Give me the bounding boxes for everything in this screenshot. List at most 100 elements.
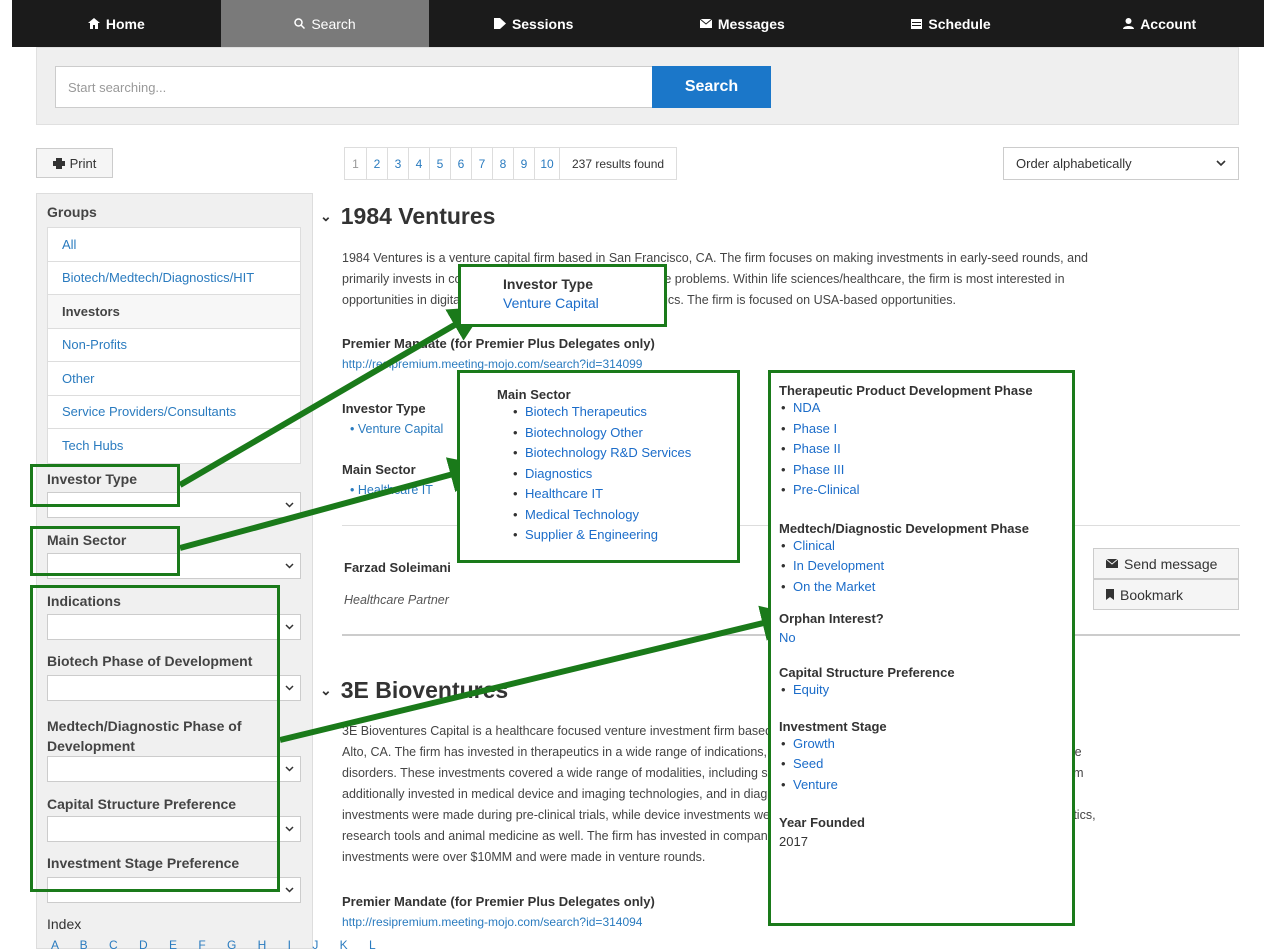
group-list: All Biotech/Medtech/Diagnostics/HIT Inve… <box>47 227 301 464</box>
list-item: Phase III <box>779 460 1072 481</box>
list-item: Clinical <box>779 536 1072 557</box>
calendar-icon <box>911 19 923 29</box>
chevron-down-icon <box>285 685 294 691</box>
result-title[interactable]: ⌄ 3E Bioventures <box>320 677 508 704</box>
page-6[interactable]: 6 <box>451 148 472 179</box>
nav-home-label: Home <box>105 15 145 32</box>
page-7[interactable]: 7 <box>472 148 493 179</box>
nav-messages-label: Messages <box>717 15 785 32</box>
callout-detail-fields: Therapeutic Product Development Phase ND… <box>768 370 1075 926</box>
nav-account-label: Account <box>1140 15 1197 32</box>
group-link[interactable]: Service Providers/Consultants <box>62 404 236 419</box>
send-message-button[interactable]: Send message <box>1093 548 1239 579</box>
order-select[interactable]: Order alphabetically <box>1003 147 1239 180</box>
nav-schedule[interactable]: Schedule <box>847 0 1056 47</box>
group-link[interactable]: Other <box>62 371 95 386</box>
list-item: Equity <box>779 680 1072 701</box>
callout-main-sector: Main Sector Biotech Therapeutics Biotech… <box>457 370 740 563</box>
group-link[interactable]: Biotech/Medtech/Diagnostics/HIT <box>62 270 254 285</box>
result-title[interactable]: ⌄ 1984 Ventures <box>320 203 495 230</box>
page-2[interactable]: 2 <box>367 148 388 179</box>
page-8[interactable]: 8 <box>493 148 514 179</box>
printer-icon <box>52 157 65 169</box>
print-label: Print <box>69 155 97 171</box>
callout-title: Investor Type <box>503 276 593 292</box>
group-item[interactable]: Service Providers/Consultants <box>48 396 300 429</box>
stage-list: Growth Seed Venture <box>779 734 1072 796</box>
chevron-down-icon <box>285 826 294 832</box>
bookmark-icon <box>1106 589 1114 600</box>
group-item[interactable]: All <box>48 228 300 262</box>
index-letters[interactable]: A B C D E F G H I J K L <box>51 938 385 952</box>
capital-list: Equity <box>779 680 1072 701</box>
callout-value: Venture Capital <box>503 295 599 311</box>
chevron-down-icon <box>285 502 294 508</box>
list-item: Seed <box>779 754 1072 775</box>
group-link[interactable]: Non-Profits <box>62 337 127 352</box>
group-link[interactable]: All <box>62 237 76 252</box>
group-item[interactable]: Non-Profits <box>48 329 300 362</box>
chevron-down-icon <box>1216 160 1226 167</box>
group-link[interactable]: Tech Hubs <box>62 438 123 453</box>
bookmark-button[interactable]: Bookmark <box>1093 579 1239 610</box>
result-name: 3E Bioventures <box>340 677 509 703</box>
highlight-box-phase-filters <box>30 585 280 892</box>
mandate-label: Premier Mandate (for Premier Plus Delega… <box>342 894 655 909</box>
nav-search-label: Search <box>311 15 356 32</box>
group-item[interactable]: Other <box>48 362 300 396</box>
search-button[interactable]: Search <box>652 66 771 108</box>
nav-sessions-label: Sessions <box>511 15 574 32</box>
group-link[interactable]: Investors <box>62 304 120 319</box>
page-10[interactable]: 10 <box>535 148 560 179</box>
medtech-phase-list: Clinical In Development On the Market <box>779 536 1072 598</box>
nav-account[interactable]: Account <box>1055 0 1264 47</box>
therapeutic-phase-list: NDA Phase I Phase II Phase III Pre-Clini… <box>779 398 1072 501</box>
mandate-link[interactable]: http://resipremium.meeting-mojo.com/sear… <box>342 357 642 371</box>
list-item: Phase I <box>779 419 1072 440</box>
chevron-down-icon <box>285 766 294 772</box>
list-item: NDA <box>779 398 1072 419</box>
send-message-label: Send message <box>1124 555 1218 572</box>
nav-search[interactable]: Search <box>220 0 430 47</box>
page-5[interactable]: 5 <box>430 148 451 179</box>
callout-title: Medtech/Diagnostic Development Phase <box>779 520 1029 536</box>
page-3[interactable]: 3 <box>388 148 409 179</box>
list-item: Supplier & Engineering <box>511 525 737 546</box>
page-1[interactable]: 1 <box>345 148 367 179</box>
nav-messages[interactable]: Messages <box>638 0 847 47</box>
callout-title: Year Founded <box>779 815 865 830</box>
nav-home[interactable]: Home <box>12 0 221 47</box>
page-4[interactable]: 4 <box>409 148 430 179</box>
group-item-active[interactable]: Investors <box>48 295 300 329</box>
group-item[interactable]: Biotech/Medtech/Diagnostics/HIT <box>48 262 300 295</box>
index-heading: Index <box>47 916 82 932</box>
group-item[interactable]: Tech Hubs <box>48 429 300 463</box>
search-input[interactable] <box>55 66 655 108</box>
search-panel: Search <box>36 47 1239 125</box>
nav-sessions[interactable]: Sessions <box>429 0 638 47</box>
callout-value: 2017 <box>779 834 808 849</box>
top-navbar: Home Search Sessions Messages Schedule A… <box>12 0 1264 47</box>
list-item: In Development <box>779 556 1072 577</box>
list-item: Venture <box>779 775 1072 796</box>
nav-schedule-label: Schedule <box>928 15 991 32</box>
contact-role: Healthcare Partner <box>344 593 449 607</box>
result-name: 1984 Ventures <box>340 203 496 229</box>
callout-title: Capital Structure Preference <box>779 665 955 680</box>
print-button[interactable]: Print <box>36 148 113 178</box>
callout-title: Therapeutic Product Development Phase <box>779 383 1033 398</box>
highlight-box-main-sector <box>30 526 180 576</box>
contact-name: Farzad Soleimani <box>344 560 451 575</box>
main-sector-list: Biotech Therapeutics Biotechnology Other… <box>511 402 737 546</box>
mandate-link[interactable]: http://resipremium.meeting-mojo.com/sear… <box>342 915 642 929</box>
bookmark-label: Bookmark <box>1120 586 1184 603</box>
investor-type-value: • Venture Capital <box>350 422 444 436</box>
list-item: Biotech Therapeutics <box>511 402 737 423</box>
order-select-value: Order alphabetically <box>1016 156 1132 171</box>
callout-title: Investment Stage <box>779 718 887 734</box>
home-icon <box>87 18 100 29</box>
list-item: Medical Technology <box>511 505 737 526</box>
page-9[interactable]: 9 <box>514 148 535 179</box>
callout-title: Orphan Interest? <box>779 611 884 626</box>
callout-investor-type: Investor Type Venture Capital <box>458 264 667 327</box>
